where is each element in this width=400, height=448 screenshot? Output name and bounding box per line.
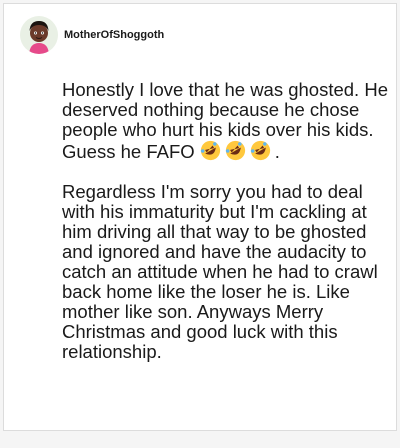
comment-paragraph-1: Honestly I love that he was ghosted. He …	[62, 80, 388, 162]
paragraph-1-end: .	[274, 141, 280, 162]
comment-paragraph-2: Regardless I'm sorry you had to deal wit…	[62, 181, 378, 362]
rolling-on-floor-laughing-emoji-icon	[250, 140, 270, 161]
emoji-group	[200, 140, 275, 162]
comment-card: MotherOfShoggoth Honestly I love that he…	[3, 3, 397, 431]
cartoon-person-avatar-icon	[20, 16, 58, 54]
rolling-on-floor-laughing-emoji-icon	[225, 140, 245, 161]
comment-body: Honestly I love that he was ghosted. He …	[62, 80, 388, 382]
avatar[interactable]	[20, 16, 58, 54]
username[interactable]: MotherOfShoggoth	[64, 29, 164, 41]
rolling-on-floor-laughing-emoji-icon	[200, 140, 220, 161]
